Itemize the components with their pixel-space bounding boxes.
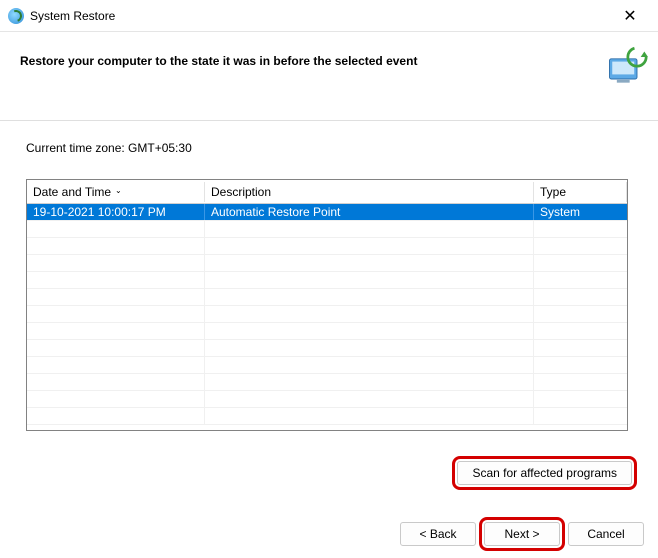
table-row-empty xyxy=(27,238,627,255)
table-row-empty xyxy=(27,272,627,289)
table-row-empty xyxy=(27,357,627,374)
column-date-time-label: Date and Time xyxy=(33,185,111,199)
cell-description: Automatic Restore Point xyxy=(205,204,534,220)
table-row-empty xyxy=(27,340,627,357)
table-row-empty xyxy=(27,221,627,238)
system-restore-icon xyxy=(8,8,24,24)
table-row-empty xyxy=(27,323,627,340)
wizard-footer: < Back Next > Cancel xyxy=(400,522,644,546)
next-button[interactable]: Next > xyxy=(484,522,560,546)
back-button[interactable]: < Back xyxy=(400,522,476,546)
table-row[interactable]: 19-10-2021 10:00:17 PM Automatic Restore… xyxy=(27,204,627,221)
cancel-button[interactable]: Cancel xyxy=(568,522,644,546)
timezone-label: Current time zone: GMT+05:30 xyxy=(26,141,632,155)
window-title: System Restore xyxy=(30,9,610,23)
column-date-time[interactable]: Date and Time ⌄ xyxy=(27,182,205,202)
table-row-empty xyxy=(27,306,627,323)
scan-affected-programs-button[interactable]: Scan for affected programs xyxy=(457,461,632,485)
column-description[interactable]: Description xyxy=(205,182,534,202)
column-type-label: Type xyxy=(540,185,566,199)
wizard-header: Restore your computer to the state it wa… xyxy=(0,32,658,120)
table-header: Date and Time ⌄ Description Type xyxy=(27,180,627,204)
table-row-empty xyxy=(27,255,627,272)
cell-type: System xyxy=(534,204,627,220)
page-heading: Restore your computer to the state it wa… xyxy=(20,46,592,68)
scan-row: Scan for affected programs xyxy=(26,461,632,485)
column-description-label: Description xyxy=(211,185,271,199)
cell-date-time: 19-10-2021 10:00:17 PM xyxy=(27,204,205,220)
table-row-empty xyxy=(27,391,627,408)
column-type[interactable]: Type xyxy=(534,182,627,202)
restore-hero-icon xyxy=(604,46,648,90)
restore-points-table[interactable]: Date and Time ⌄ Description Type 19-10-2… xyxy=(26,179,628,431)
close-icon[interactable]: ✕ xyxy=(610,6,650,26)
titlebar: System Restore ✕ xyxy=(0,0,658,32)
table-body: 19-10-2021 10:00:17 PM Automatic Restore… xyxy=(27,204,627,430)
sort-descending-icon: ⌄ xyxy=(115,187,122,195)
table-row-empty xyxy=(27,289,627,306)
table-row-empty xyxy=(27,374,627,391)
wizard-content: Current time zone: GMT+05:30 Date and Ti… xyxy=(0,120,658,495)
table-row-empty xyxy=(27,408,627,425)
